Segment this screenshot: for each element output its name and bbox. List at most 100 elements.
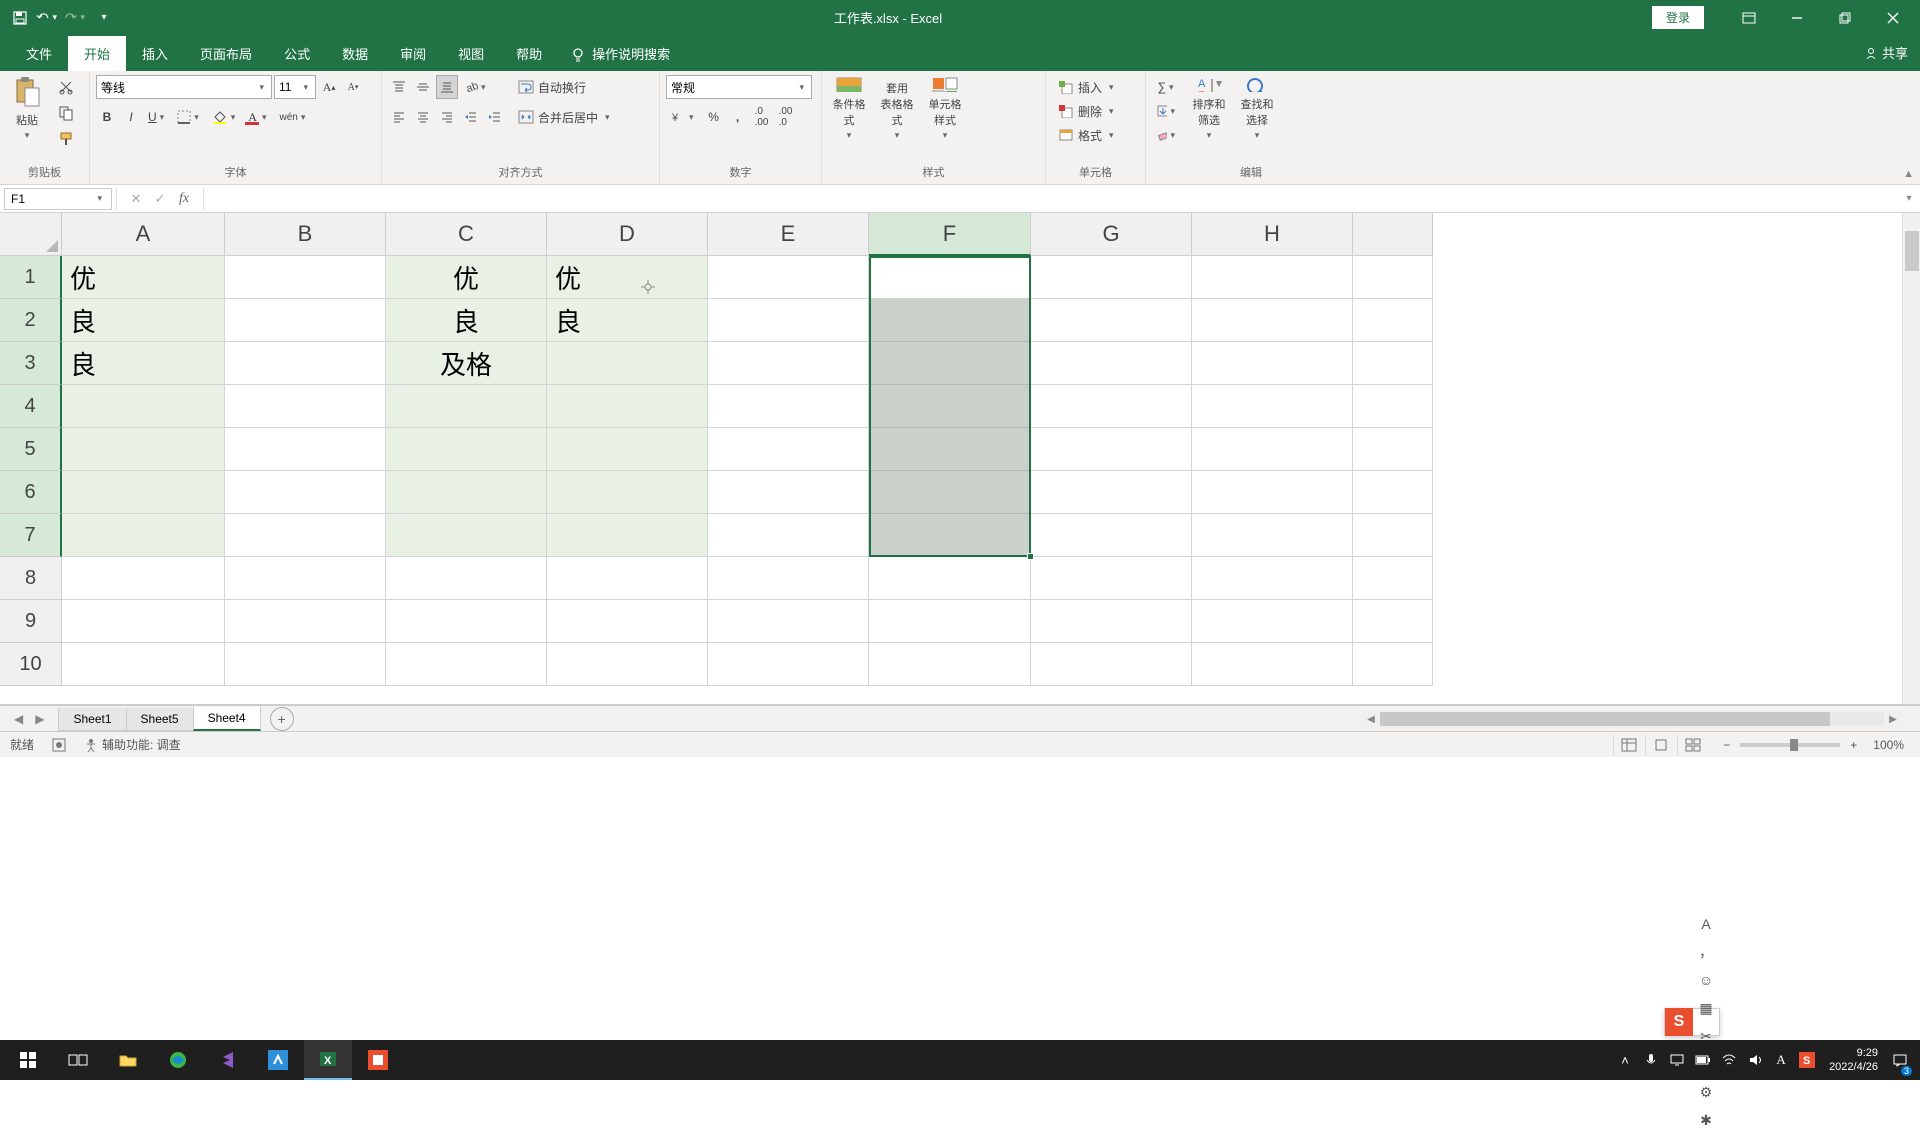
- insert-function-button[interactable]: fx: [173, 188, 195, 210]
- cell-D5[interactable]: [547, 428, 708, 471]
- orientation-button[interactable]: ab▾: [460, 75, 493, 99]
- cell-G1[interactable]: [1031, 256, 1192, 299]
- cell-A3[interactable]: 良: [62, 342, 225, 385]
- decrease-decimal-button[interactable]: .00.0: [775, 105, 797, 129]
- add-sheet-button[interactable]: +: [270, 707, 294, 731]
- wrap-text-button[interactable]: 自动换行: [512, 75, 619, 99]
- cell-B9[interactable]: [225, 600, 386, 643]
- tray-monitor-icon[interactable]: [1665, 1040, 1689, 1080]
- cell-blank-1[interactable]: [1353, 256, 1433, 299]
- row-header-10[interactable]: 10: [0, 643, 62, 686]
- cell-A9[interactable]: [62, 600, 225, 643]
- cancel-formula-button[interactable]: ✕: [125, 188, 147, 210]
- paste-button[interactable]: 粘贴▾: [6, 75, 48, 141]
- file-explorer-button[interactable]: [104, 1040, 152, 1080]
- formula-input[interactable]: [204, 188, 1898, 210]
- redo-button[interactable]: ▾: [64, 6, 88, 30]
- tell-me-search[interactable]: 操作说明搜索: [558, 36, 682, 71]
- cell-B7[interactable]: [225, 514, 386, 557]
- accessibility-status[interactable]: 辅助功能: 调查: [84, 736, 181, 753]
- bold-button[interactable]: B: [96, 105, 118, 129]
- cell-F1[interactable]: [869, 256, 1031, 299]
- ie-button[interactable]: [154, 1040, 202, 1080]
- conditional-format-button[interactable]: 条件格式▾: [828, 75, 870, 141]
- close-button[interactable]: [1870, 0, 1916, 35]
- bottom-align-button[interactable]: [436, 75, 458, 99]
- cell-F7[interactable]: [869, 514, 1031, 557]
- cell-blank-7[interactable]: [1353, 514, 1433, 557]
- cell-C3[interactable]: 及格: [386, 342, 547, 385]
- cell-H7[interactable]: [1192, 514, 1353, 557]
- cell-C8[interactable]: [386, 557, 547, 600]
- collapse-ribbon-button[interactable]: ▲: [1903, 168, 1914, 180]
- tray-wifi-icon[interactable]: [1717, 1040, 1741, 1080]
- macro-record-icon[interactable]: [52, 738, 66, 752]
- find-select-button[interactable]: 查找和选择▾: [1236, 75, 1278, 141]
- cell-blank-2[interactable]: [1353, 299, 1433, 342]
- cell-F6[interactable]: [869, 471, 1031, 514]
- vscode-button[interactable]: [204, 1040, 252, 1080]
- ime-item-7[interactable]: ✱: [1693, 1106, 1719, 1134]
- cell-H10[interactable]: [1192, 643, 1353, 686]
- start-button[interactable]: [4, 1040, 52, 1080]
- column-header-E[interactable]: E: [708, 213, 869, 256]
- cell-D7[interactable]: [547, 514, 708, 557]
- page-break-view-button[interactable]: [1677, 734, 1707, 756]
- app-blue-button[interactable]: [254, 1040, 302, 1080]
- cell-D2[interactable]: 良: [547, 299, 708, 342]
- row-header-8[interactable]: 8: [0, 557, 62, 600]
- cell-D8[interactable]: [547, 557, 708, 600]
- cell-H2[interactable]: [1192, 299, 1353, 342]
- cell-B3[interactable]: [225, 342, 386, 385]
- cell-E9[interactable]: [708, 600, 869, 643]
- row-header-4[interactable]: 4: [0, 385, 62, 428]
- cell-C9[interactable]: [386, 600, 547, 643]
- underline-button[interactable]: U▾: [144, 105, 171, 129]
- sort-filter-button[interactable]: AZ排序和筛选▾: [1188, 75, 1230, 141]
- cell-E2[interactable]: [708, 299, 869, 342]
- tray-battery-icon[interactable]: [1691, 1040, 1715, 1080]
- cell-B2[interactable]: [225, 299, 386, 342]
- select-all-button[interactable]: [0, 213, 62, 256]
- cell-blank-5[interactable]: [1353, 428, 1433, 471]
- cell-C1[interactable]: 优: [386, 256, 547, 299]
- cell-C10[interactable]: [386, 643, 547, 686]
- font-name-combo[interactable]: 等线▾: [96, 75, 272, 99]
- sheet-tab-sheet4[interactable]: Sheet4: [193, 707, 261, 731]
- cell-F10[interactable]: [869, 643, 1031, 686]
- tab-layout[interactable]: 页面布局: [184, 36, 268, 71]
- cell-A2[interactable]: 良: [62, 299, 225, 342]
- cell-H8[interactable]: [1192, 557, 1353, 600]
- maximize-button[interactable]: [1822, 0, 1868, 35]
- tray-ime-a-icon[interactable]: A: [1769, 1040, 1793, 1080]
- font-size-combo[interactable]: 11▾: [274, 75, 316, 99]
- cell-A1[interactable]: 优: [62, 256, 225, 299]
- task-view-button[interactable]: [54, 1040, 102, 1080]
- column-header-F[interactable]: F: [869, 213, 1031, 256]
- tab-formulas[interactable]: 公式: [268, 36, 326, 71]
- cell-blank-4[interactable]: [1353, 385, 1433, 428]
- horizontal-scrollbar[interactable]: ◀▶: [1362, 710, 1902, 728]
- ime-item-2[interactable]: ☺: [1693, 966, 1719, 994]
- cell-A6[interactable]: [62, 471, 225, 514]
- tab-review[interactable]: 审阅: [384, 36, 442, 71]
- cell-G8[interactable]: [1031, 557, 1192, 600]
- expand-formula-button[interactable]: ▾: [1898, 193, 1920, 204]
- cell-B4[interactable]: [225, 385, 386, 428]
- border-button[interactable]: ▾: [173, 105, 206, 129]
- row-header-9[interactable]: 9: [0, 600, 62, 643]
- cell-E3[interactable]: [708, 342, 869, 385]
- cell-blank-3[interactable]: [1353, 342, 1433, 385]
- clear-button[interactable]: ▾: [1152, 123, 1182, 147]
- shrink-font-button[interactable]: A▾: [342, 75, 364, 99]
- cell-blank-10[interactable]: [1353, 643, 1433, 686]
- cell-C5[interactable]: [386, 428, 547, 471]
- row-header-6[interactable]: 6: [0, 471, 62, 514]
- cell-E4[interactable]: [708, 385, 869, 428]
- zoom-slider[interactable]: [1740, 743, 1840, 747]
- column-header-A[interactable]: A: [62, 213, 225, 256]
- cell-G3[interactable]: [1031, 342, 1192, 385]
- tray-volume-icon[interactable]: [1743, 1040, 1767, 1080]
- cell-D9[interactable]: [547, 600, 708, 643]
- cell-H9[interactable]: [1192, 600, 1353, 643]
